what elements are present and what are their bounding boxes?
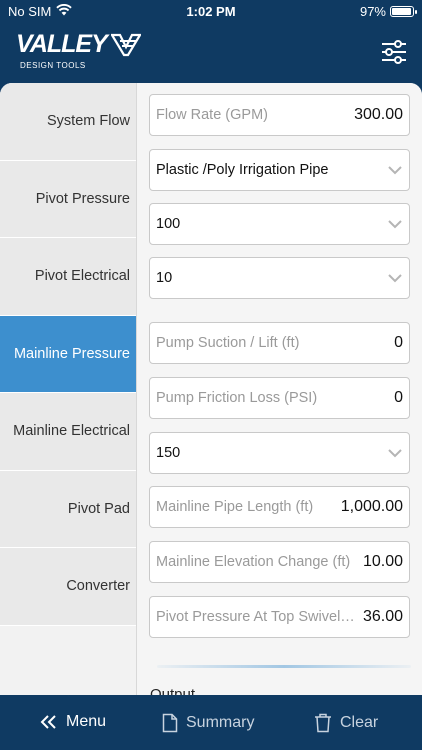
brand-name: VALLEY [16, 30, 108, 58]
pipe-size-select[interactable]: 10 [149, 257, 410, 299]
sidebar-item-mainline-pressure[interactable]: Mainline Pressure [0, 315, 136, 393]
hz-select[interactable]: 150 [149, 432, 410, 474]
pump-suction-field[interactable]: Pump Suction / Lift (ft) 0 [149, 322, 410, 364]
content-card: System Flow Pivot Pressure Pivot Electri… [0, 83, 422, 695]
brand-subtitle: DESIGN TOOLS [20, 61, 86, 70]
flow-rate-field[interactable]: Flow Rate (GPM) 300.00 [149, 94, 410, 136]
bottom-toolbar: Menu Summary Clear [0, 695, 422, 750]
clear-button[interactable]: Clear [314, 713, 378, 733]
chevron-down-icon [388, 274, 402, 283]
elevation-change-field[interactable]: Mainline Elevation Change (ft) 10.00 [149, 541, 410, 583]
trash-icon [315, 713, 331, 733]
pivot-pressure-top-field[interactable]: Pivot Pressure At Top Swivel (PSI) 36.00 [149, 596, 410, 638]
section-divider [157, 665, 411, 668]
mainline-length-field[interactable]: Mainline Pipe Length (ft) 1,000.00 [149, 486, 410, 528]
form-panel: Flow Rate (GPM) 300.00 Plastic /Poly Irr… [137, 83, 422, 695]
clock: 1:02 PM [186, 4, 236, 19]
sidebar-item-mainline-electrical[interactable]: Mainline Electrical [0, 393, 136, 471]
sidebar-item-pivot-electrical[interactable]: Pivot Electrical [0, 238, 136, 316]
pipe-class-select[interactable]: 100 [149, 203, 410, 245]
settings-sliders-icon[interactable] [380, 38, 408, 66]
menu-button[interactable]: Menu [40, 713, 106, 731]
battery-icon [390, 6, 417, 17]
sidebar: System Flow Pivot Pressure Pivot Electri… [0, 83, 137, 695]
sidebar-item-pivot-pad[interactable]: Pivot Pad [0, 470, 136, 548]
brand-logo: VALLEY DESIGN TOOLS [16, 30, 141, 70]
double-chevron-left-icon [40, 715, 56, 729]
sidebar-item-converter[interactable]: Converter [0, 548, 136, 626]
summary-button[interactable]: Summary [162, 713, 254, 733]
chevron-down-icon [388, 449, 402, 458]
battery-percent: 97% [359, 4, 386, 19]
pipe-type-select[interactable]: Plastic /Poly Irrigation Pipe [149, 149, 410, 191]
valley-v-icon [110, 33, 141, 56]
sidebar-item-system-flow[interactable]: System Flow [0, 83, 136, 161]
sidebar-item-pivot-pressure[interactable]: Pivot Pressure [0, 160, 136, 238]
chevron-down-icon [388, 166, 402, 175]
output-heading: Output [150, 686, 196, 695]
status-bar: No SIM 1:02 PM 97% [0, 0, 422, 24]
chevron-down-icon [388, 220, 402, 229]
document-icon [162, 713, 178, 733]
pump-friction-field[interactable]: Pump Friction Loss (PSI) 0 [149, 377, 410, 419]
